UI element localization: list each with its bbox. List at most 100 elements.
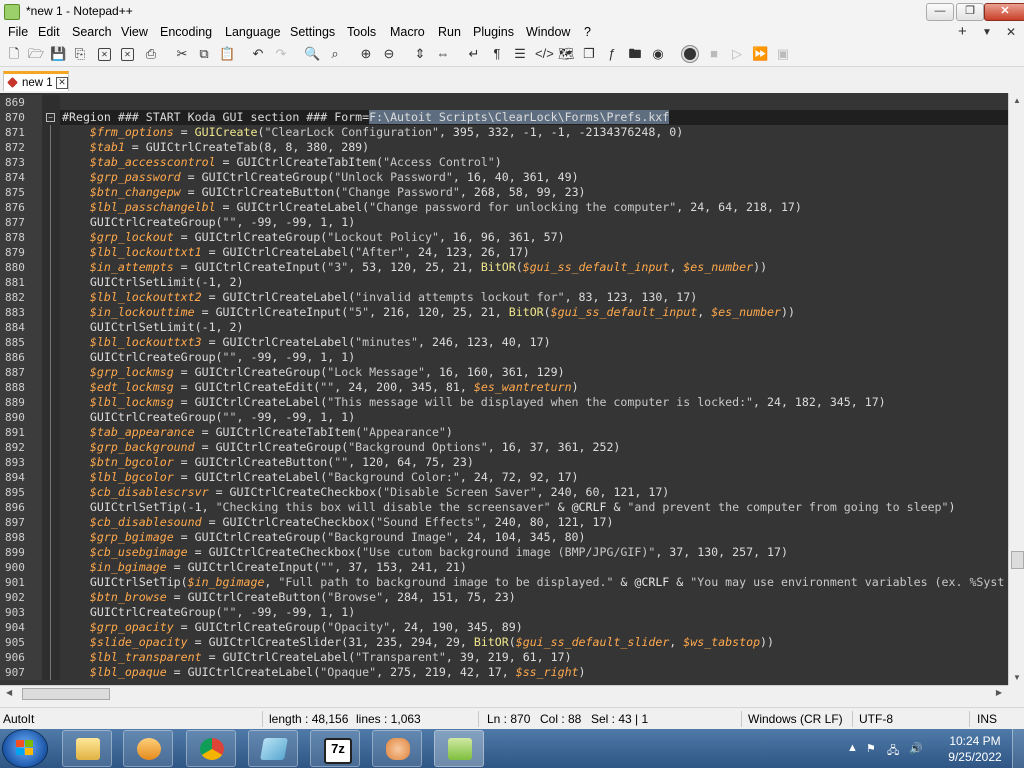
function-list-icon[interactable]: ƒ: [604, 46, 620, 62]
sync-vertical-icon[interactable]: ⇕: [412, 46, 428, 62]
print-icon[interactable]: ⎙: [143, 46, 159, 62]
code-line[interactable]: 871 $frm_options = GUICreate("ClearLock …: [0, 125, 1008, 140]
code-editor[interactable]: 869 870− #Region ### START Koda GUI sectio…: [0, 93, 1008, 685]
taskbar-fox-app[interactable]: [372, 730, 422, 767]
code-line[interactable]: 890 GUICtrlCreateGroup("", -99, -99, 1, …: [0, 410, 1008, 425]
code-line[interactable]: 881 GUICtrlSetLimit(-1, 2): [0, 275, 1008, 290]
code-line[interactable]: 888 $edt_lockmsg = GUICtrlCreateEdit("",…: [0, 380, 1008, 395]
indent-guide-icon[interactable]: ☰: [512, 46, 528, 62]
find-icon[interactable]: 🔍: [304, 46, 320, 62]
replace-icon[interactable]: ⌕: [327, 46, 343, 62]
code-line[interactable]: 887 $grp_lockmsg = GUICtrlCreateGroup("L…: [0, 365, 1008, 380]
redo-icon[interactable]: ↷: [273, 46, 289, 62]
status-encoding[interactable]: UTF-8: [859, 712, 893, 726]
menu-macro[interactable]: Macro: [390, 25, 425, 39]
code-line[interactable]: 886 GUICtrlCreateGroup("", -99, -99, 1, …: [0, 350, 1008, 365]
code-line[interactable]: 892 $grp_background = GUICtrlCreateGroup…: [0, 440, 1008, 455]
code-line[interactable]: 904 $grp_opacity = GUICtrlCreateGroup("O…: [0, 620, 1008, 635]
code-line[interactable]: 885 $lbl_lockouttxt3 = GUICtrlCreateLabe…: [0, 335, 1008, 350]
close-icon[interactable]: ✕: [98, 48, 111, 61]
code-line[interactable]: 902 $btn_browse = GUICtrlCreateButton("B…: [0, 590, 1008, 605]
code-line[interactable]: 879 $lbl_lockouttxt1 = GUICtrlCreateLabe…: [0, 245, 1008, 260]
scroll-up-icon[interactable]: ▲: [1013, 96, 1021, 105]
code-line[interactable]: 878 $grp_lockout = GUICtrlCreateGroup("L…: [0, 230, 1008, 245]
tab-new-1[interactable]: new 1 ✕: [3, 71, 69, 91]
menu-view[interactable]: View: [121, 25, 148, 39]
code-line[interactable]: 877 GUICtrlCreateGroup("", -99, -99, 1, …: [0, 215, 1008, 230]
open-file-icon[interactable]: 🗁: [28, 46, 44, 62]
status-insert-mode[interactable]: INS: [977, 712, 997, 726]
scroll-right-icon[interactable]: ▶: [996, 688, 1002, 697]
cut-icon[interactable]: ✂: [174, 46, 190, 62]
sync-horizontal-icon[interactable]: ⇔: [435, 46, 451, 62]
menu-encoding[interactable]: Encoding: [160, 25, 212, 39]
code-line[interactable]: 897 $cb_disablesound = GUICtrlCreateChec…: [0, 515, 1008, 530]
close-button[interactable]: ✕: [984, 3, 1024, 21]
show-hidden-icons-icon[interactable]: ▲: [847, 742, 858, 754]
maximize-button[interactable]: ❐: [956, 3, 984, 21]
zoom-in-icon[interactable]: ⊕: [358, 46, 374, 62]
new-file-icon[interactable]: 🗋: [6, 46, 22, 62]
code-line[interactable]: 875 $btn_changepw = GUICtrlCreateButton(…: [0, 185, 1008, 200]
horizontal-scroll-thumb[interactable]: [22, 688, 110, 700]
code-line[interactable]: 889 $lbl_lockmsg = GUICtrlCreateLabel("T…: [0, 395, 1008, 410]
volume-icon[interactable]: 🔊: [909, 742, 923, 755]
scroll-down-icon[interactable]: ▼: [1013, 673, 1021, 682]
code-line[interactable]: 882 $lbl_lockouttxt2 = GUICtrlCreateLabe…: [0, 290, 1008, 305]
document-map-icon[interactable]: 🗺: [558, 46, 575, 62]
paste-icon[interactable]: 📋: [219, 46, 235, 62]
menu-settings[interactable]: Settings: [290, 25, 335, 39]
menu-file[interactable]: File: [8, 25, 28, 39]
network-icon[interactable]: 🖧: [887, 742, 899, 761]
code-line[interactable]: 880 $in_attempts = GUICtrlCreateInput("3…: [0, 260, 1008, 275]
menu-language[interactable]: Language: [225, 25, 281, 39]
folder-as-workspace-icon[interactable]: 🖿: [627, 46, 643, 62]
play-macro-icon[interactable]: ▷: [729, 46, 745, 62]
vertical-scrollbar[interactable]: ▲ ▼: [1008, 93, 1024, 685]
show-all-characters-icon[interactable]: ¶: [489, 46, 505, 62]
vertical-scroll-thumb[interactable]: [1011, 551, 1024, 569]
close-all-icon[interactable]: ✕: [121, 48, 134, 61]
action-center-icon[interactable]: ⚑: [866, 742, 876, 755]
udl-icon[interactable]: </>: [535, 46, 554, 62]
minimize-button[interactable]: —: [926, 3, 954, 21]
system-clock[interactable]: 10:24 PM 9/25/2022: [944, 733, 1006, 765]
word-wrap-icon[interactable]: ↵: [466, 46, 482, 62]
code-line[interactable]: 869: [0, 95, 1008, 110]
horizontal-scrollbar[interactable]: ◀ ▶: [0, 685, 1008, 702]
code-line[interactable]: 893 $btn_bgcolor = GUICtrlCreateButton("…: [0, 455, 1008, 470]
code-line[interactable]: 899 $cb_usebgimage = GUICtrlCreateCheckb…: [0, 545, 1008, 560]
menu-edit[interactable]: Edit: [38, 25, 60, 39]
code-line[interactable]: 900 $in_bgimage = GUICtrlCreateInput("",…: [0, 560, 1008, 575]
stop-record-icon[interactable]: ■: [706, 46, 722, 62]
code-line[interactable]: 906 $lbl_transparent = GUICtrlCreateLabe…: [0, 650, 1008, 665]
monitoring-icon[interactable]: ◉: [650, 46, 666, 62]
code-line[interactable]: 894 $lbl_bgcolor = GUICtrlCreateLabel("B…: [0, 470, 1008, 485]
undo-icon[interactable]: ↶: [250, 46, 266, 62]
save-icon[interactable]: 💾: [50, 46, 66, 62]
save-macro-icon[interactable]: ▣: [775, 46, 791, 62]
code-line[interactable]: 901 GUICtrlSetTip($in_bgimage, "Full pat…: [0, 575, 1008, 590]
code-line[interactable]: 873 $tab_accesscontrol = GUICtrlCreateTa…: [0, 155, 1008, 170]
menu-window[interactable]: Window: [526, 25, 570, 39]
fold-toggle-icon[interactable]: −: [46, 113, 55, 122]
code-line[interactable]: 876 $lbl_passchangelbl = GUICtrlCreateLa…: [0, 200, 1008, 215]
code-line[interactable]: 870− #Region ### START Koda GUI section #…: [0, 110, 1008, 125]
status-eol[interactable]: Windows (CR LF): [748, 712, 843, 726]
code-line[interactable]: 874 $grp_password = GUICtrlCreateGroup("…: [0, 170, 1008, 185]
menu-plugins[interactable]: Plugins: [473, 25, 514, 39]
menu-run[interactable]: Run: [438, 25, 461, 39]
scroll-left-icon[interactable]: ◀: [6, 688, 12, 697]
record-macro-icon[interactable]: [684, 48, 696, 60]
code-line[interactable]: 891 $tab_appearance = GUICtrlCreateTabIt…: [0, 425, 1008, 440]
save-all-icon[interactable]: ⎘: [72, 46, 88, 62]
code-line[interactable]: 895 $cb_disablescrsvr = GUICtrlCreateChe…: [0, 485, 1008, 500]
taskbar-file-explorer[interactable]: [62, 730, 112, 767]
taskbar-notepad-plus-plus[interactable]: [434, 730, 484, 767]
code-line[interactable]: 903 GUICtrlCreateGroup("", -99, -99, 1, …: [0, 605, 1008, 620]
taskbar-notepad[interactable]: [248, 730, 298, 767]
document-list-icon[interactable]: ❐: [581, 46, 597, 62]
tab-list-dropdown-icon[interactable]: ▼: [982, 27, 992, 38]
start-button[interactable]: [3, 730, 47, 767]
taskbar-media-player[interactable]: [123, 730, 173, 767]
